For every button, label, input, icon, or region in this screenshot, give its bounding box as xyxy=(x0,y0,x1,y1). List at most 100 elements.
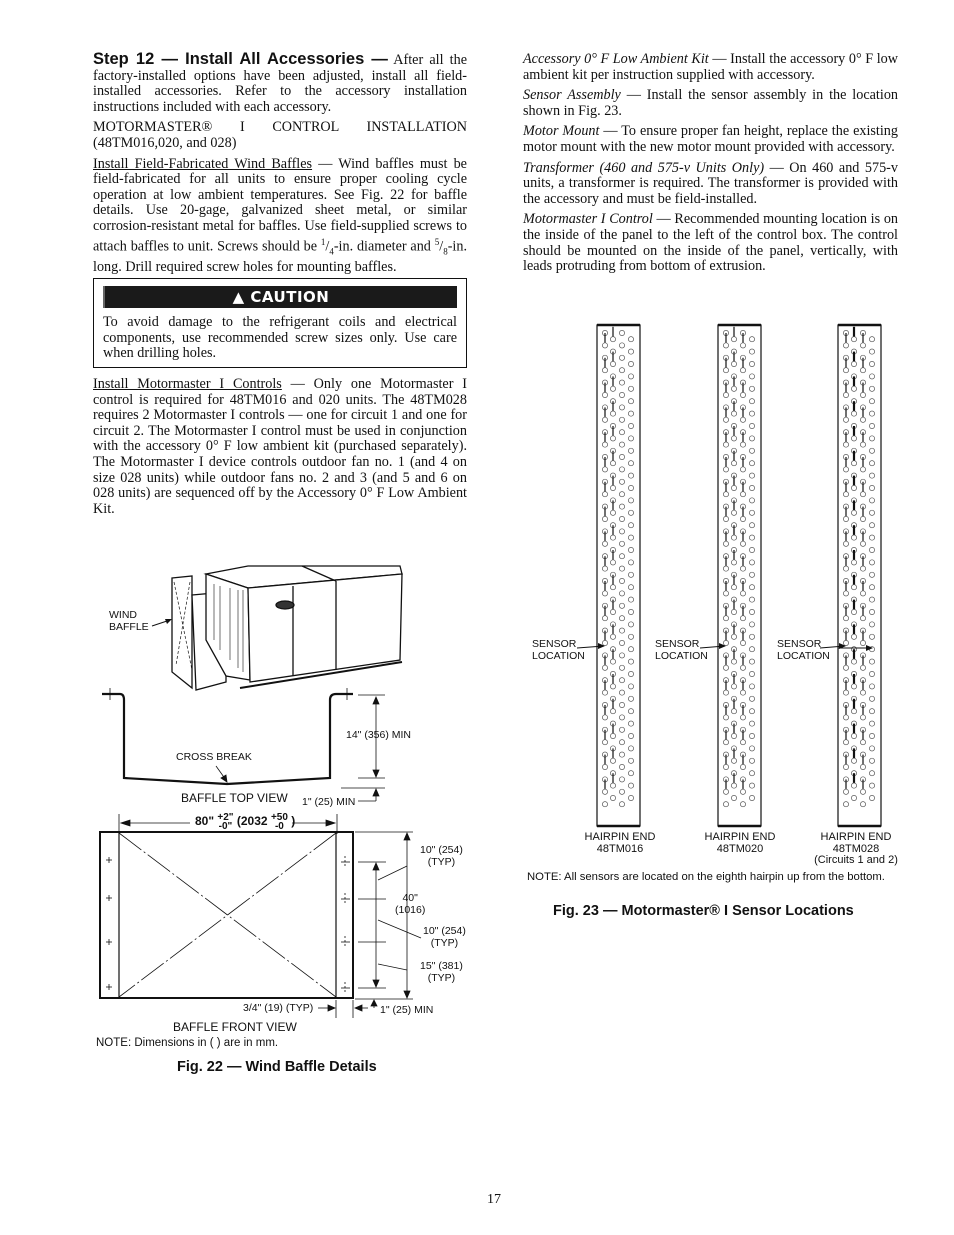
tube-hole xyxy=(749,522,755,529)
label-line: SENSOR xyxy=(655,638,700,650)
tube-hole xyxy=(851,683,857,690)
tube-hole xyxy=(723,565,729,572)
tube-hole xyxy=(619,503,625,510)
tube-hole xyxy=(740,540,746,547)
tube-hole xyxy=(740,342,746,349)
tube-hole xyxy=(851,658,857,665)
tube-hole xyxy=(731,584,737,591)
tube-hole xyxy=(610,361,616,367)
tube-hole xyxy=(628,460,634,467)
tube-hole xyxy=(843,590,849,597)
tube-hole xyxy=(851,485,857,491)
tube-hole xyxy=(843,615,849,622)
tube-hole xyxy=(869,534,875,541)
tube-hole xyxy=(869,683,875,690)
tube-hole xyxy=(619,454,625,460)
tube-hole xyxy=(619,429,625,436)
tube-hole xyxy=(860,466,866,473)
tube-hole xyxy=(619,677,625,684)
tube-hole xyxy=(740,788,746,795)
tube-hole xyxy=(860,590,866,597)
tube-hole xyxy=(843,640,849,646)
tube-hole xyxy=(869,559,875,566)
tube-hole xyxy=(628,770,634,777)
tube-hole xyxy=(740,441,746,448)
tube-hole xyxy=(610,609,616,615)
tube-hole xyxy=(610,733,616,739)
tube-hole xyxy=(619,739,625,746)
tube-hole xyxy=(628,385,634,392)
tube-hole xyxy=(610,460,616,467)
tube-hole xyxy=(869,336,875,343)
tube-hole xyxy=(731,385,737,392)
tube-hole xyxy=(628,621,634,628)
tube-hole xyxy=(628,757,634,764)
tube-hole xyxy=(851,509,857,516)
tube-hole xyxy=(860,516,866,522)
coil-label-3: HAIRPIN END 48TM028 (Circuits 1 and 2) xyxy=(812,831,900,867)
tube-hole xyxy=(860,565,866,572)
label-line: SENSOR xyxy=(777,638,822,650)
tube-hole xyxy=(869,757,875,764)
tube-hole xyxy=(749,435,755,442)
tube-hole xyxy=(602,739,608,746)
tube-hole xyxy=(869,410,875,417)
tube-hole xyxy=(628,472,634,479)
tube-hole xyxy=(749,782,755,789)
tube-hole xyxy=(749,547,755,553)
tube-hole xyxy=(731,795,737,801)
tube-hole xyxy=(843,714,849,721)
tube-hole xyxy=(610,385,616,392)
tube-hole xyxy=(740,416,746,423)
tube-hole xyxy=(740,801,746,808)
tube-hole xyxy=(628,485,634,491)
fig23-note: NOTE: All sensors are located on the eig… xyxy=(527,871,885,883)
tube-hole xyxy=(749,695,755,702)
tube-hole xyxy=(723,342,729,349)
tube-hole xyxy=(628,782,634,789)
tube-hole xyxy=(749,447,755,454)
sensor-location-label-1: SENSOR LOCATION xyxy=(532,638,585,662)
tube-hole xyxy=(869,596,875,603)
tube-hole xyxy=(851,795,857,801)
tube-hole xyxy=(610,410,616,417)
tube-hole xyxy=(860,441,866,448)
tube-hole xyxy=(860,392,866,398)
tube-hole xyxy=(628,646,634,653)
tube-hole xyxy=(731,559,737,566)
tube-hole xyxy=(869,460,875,467)
tube-hole xyxy=(731,534,737,541)
tube-hole xyxy=(869,795,875,801)
tube-hole xyxy=(731,609,737,615)
tube-hole xyxy=(869,509,875,516)
tube-hole xyxy=(749,385,755,392)
tube-hole xyxy=(869,720,875,727)
tube-hole xyxy=(619,565,625,572)
tube-hole xyxy=(749,733,755,739)
tube-hole xyxy=(843,367,849,374)
tube-hole xyxy=(602,788,608,795)
circuits-label: (Circuits 1 and 2) xyxy=(814,854,898,866)
tube-hole xyxy=(628,658,634,665)
tube-hole xyxy=(619,379,625,386)
tube-hole xyxy=(860,739,866,746)
tube-hole xyxy=(740,640,746,646)
tube-hole xyxy=(602,367,608,374)
tube-hole xyxy=(749,509,755,516)
tube-hole xyxy=(740,664,746,671)
tube-hole xyxy=(602,764,608,770)
tube-hole xyxy=(610,336,616,343)
tube-hole xyxy=(749,683,755,690)
tube-hole xyxy=(610,485,616,491)
tube-hole xyxy=(843,416,849,423)
tube-hole xyxy=(723,689,729,696)
tube-hole xyxy=(749,720,755,727)
tube-hole xyxy=(619,466,625,473)
tube-hole xyxy=(628,373,634,380)
tube-hole xyxy=(749,596,755,603)
tube-hole xyxy=(619,627,625,634)
tube-hole xyxy=(843,565,849,572)
tube-hole xyxy=(740,714,746,721)
tube-hole xyxy=(869,373,875,380)
tube-hole xyxy=(628,671,634,677)
